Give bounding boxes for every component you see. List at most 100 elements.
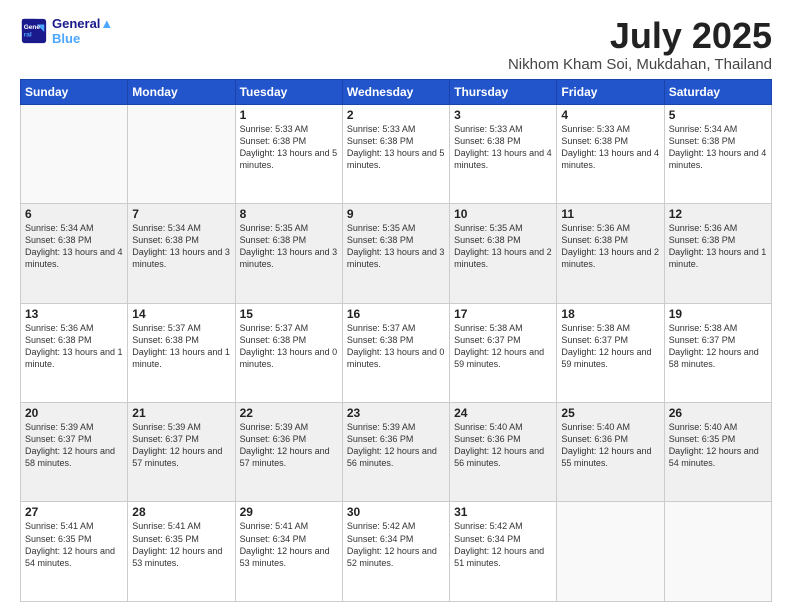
calendar-week-row: 13Sunrise: 5:36 AMSunset: 6:38 PMDayligh… xyxy=(21,303,772,402)
day-info: Sunrise: 5:33 AMSunset: 6:38 PMDaylight:… xyxy=(454,123,552,172)
day-number: 12 xyxy=(669,207,767,221)
day-info: Sunrise: 5:38 AMSunset: 6:37 PMDaylight:… xyxy=(454,322,552,371)
day-info: Sunrise: 5:33 AMSunset: 6:38 PMDaylight:… xyxy=(240,123,338,172)
calendar-cell: 11Sunrise: 5:36 AMSunset: 6:38 PMDayligh… xyxy=(557,204,664,303)
day-number: 19 xyxy=(669,307,767,321)
day-info: Sunrise: 5:36 AMSunset: 6:38 PMDaylight:… xyxy=(669,222,767,271)
day-info: Sunrise: 5:36 AMSunset: 6:38 PMDaylight:… xyxy=(561,222,659,271)
calendar-table: Sunday Monday Tuesday Wednesday Thursday… xyxy=(20,79,772,602)
day-number: 8 xyxy=(240,207,338,221)
day-info: Sunrise: 5:37 AMSunset: 6:38 PMDaylight:… xyxy=(240,322,338,371)
day-number: 5 xyxy=(669,108,767,122)
calendar-cell: 13Sunrise: 5:36 AMSunset: 6:38 PMDayligh… xyxy=(21,303,128,402)
calendar-cell: 3Sunrise: 5:33 AMSunset: 6:38 PMDaylight… xyxy=(450,104,557,203)
calendar-week-row: 1Sunrise: 5:33 AMSunset: 6:38 PMDaylight… xyxy=(21,104,772,203)
day-number: 22 xyxy=(240,406,338,420)
svg-text:ral: ral xyxy=(24,32,32,39)
calendar-cell: 30Sunrise: 5:42 AMSunset: 6:34 PMDayligh… xyxy=(342,502,449,602)
col-tuesday: Tuesday xyxy=(235,79,342,104)
day-info: Sunrise: 5:33 AMSunset: 6:38 PMDaylight:… xyxy=(561,123,659,172)
calendar-cell: 2Sunrise: 5:33 AMSunset: 6:38 PMDaylight… xyxy=(342,104,449,203)
calendar-cell: 17Sunrise: 5:38 AMSunset: 6:37 PMDayligh… xyxy=(450,303,557,402)
day-info: Sunrise: 5:34 AMSunset: 6:38 PMDaylight:… xyxy=(132,222,230,271)
day-info: Sunrise: 5:39 AMSunset: 6:36 PMDaylight:… xyxy=(240,421,338,470)
calendar-cell: 26Sunrise: 5:40 AMSunset: 6:35 PMDayligh… xyxy=(664,403,771,502)
calendar-cell: 1Sunrise: 5:33 AMSunset: 6:38 PMDaylight… xyxy=(235,104,342,203)
calendar-cell: 9Sunrise: 5:35 AMSunset: 6:38 PMDaylight… xyxy=(342,204,449,303)
day-number: 31 xyxy=(454,505,552,519)
day-info: Sunrise: 5:35 AMSunset: 6:38 PMDaylight:… xyxy=(454,222,552,271)
calendar-cell: 22Sunrise: 5:39 AMSunset: 6:36 PMDayligh… xyxy=(235,403,342,502)
day-info: Sunrise: 5:41 AMSunset: 6:35 PMDaylight:… xyxy=(132,520,230,569)
day-number: 9 xyxy=(347,207,445,221)
calendar-cell: 16Sunrise: 5:37 AMSunset: 6:38 PMDayligh… xyxy=(342,303,449,402)
col-friday: Friday xyxy=(557,79,664,104)
day-info: Sunrise: 5:37 AMSunset: 6:38 PMDaylight:… xyxy=(132,322,230,371)
day-info: Sunrise: 5:41 AMSunset: 6:35 PMDaylight:… xyxy=(25,520,123,569)
calendar-cell: 7Sunrise: 5:34 AMSunset: 6:38 PMDaylight… xyxy=(128,204,235,303)
day-number: 2 xyxy=(347,108,445,122)
calendar-cell: 18Sunrise: 5:38 AMSunset: 6:37 PMDayligh… xyxy=(557,303,664,402)
day-number: 27 xyxy=(25,505,123,519)
day-info: Sunrise: 5:38 AMSunset: 6:37 PMDaylight:… xyxy=(561,322,659,371)
calendar-cell: 5Sunrise: 5:34 AMSunset: 6:38 PMDaylight… xyxy=(664,104,771,203)
calendar-cell xyxy=(664,502,771,602)
title-block: July 2025 Nikhom Kham Soi, Mukdahan, Tha… xyxy=(508,16,772,73)
day-number: 17 xyxy=(454,307,552,321)
day-info: Sunrise: 5:39 AMSunset: 6:37 PMDaylight:… xyxy=(132,421,230,470)
calendar-cell: 4Sunrise: 5:33 AMSunset: 6:38 PMDaylight… xyxy=(557,104,664,203)
subtitle: Nikhom Kham Soi, Mukdahan, Thailand xyxy=(508,56,772,73)
calendar-cell: 28Sunrise: 5:41 AMSunset: 6:35 PMDayligh… xyxy=(128,502,235,602)
day-number: 20 xyxy=(25,406,123,420)
day-number: 23 xyxy=(347,406,445,420)
day-number: 15 xyxy=(240,307,338,321)
day-info: Sunrise: 5:34 AMSunset: 6:38 PMDaylight:… xyxy=(25,222,123,271)
col-thursday: Thursday xyxy=(450,79,557,104)
header: Gene ral General▲ Blue July 2025 Nikhom … xyxy=(20,16,772,73)
calendar-cell: 19Sunrise: 5:38 AMSunset: 6:37 PMDayligh… xyxy=(664,303,771,402)
calendar-cell xyxy=(21,104,128,203)
day-number: 25 xyxy=(561,406,659,420)
day-number: 4 xyxy=(561,108,659,122)
day-info: Sunrise: 5:36 AMSunset: 6:38 PMDaylight:… xyxy=(25,322,123,371)
day-info: Sunrise: 5:34 AMSunset: 6:38 PMDaylight:… xyxy=(669,123,767,172)
calendar-cell: 29Sunrise: 5:41 AMSunset: 6:34 PMDayligh… xyxy=(235,502,342,602)
day-number: 21 xyxy=(132,406,230,420)
col-wednesday: Wednesday xyxy=(342,79,449,104)
day-info: Sunrise: 5:42 AMSunset: 6:34 PMDaylight:… xyxy=(454,520,552,569)
day-info: Sunrise: 5:40 AMSunset: 6:36 PMDaylight:… xyxy=(561,421,659,470)
calendar-week-row: 6Sunrise: 5:34 AMSunset: 6:38 PMDaylight… xyxy=(21,204,772,303)
day-number: 3 xyxy=(454,108,552,122)
logo-icon: Gene ral xyxy=(20,17,48,45)
day-number: 18 xyxy=(561,307,659,321)
day-info: Sunrise: 5:40 AMSunset: 6:35 PMDaylight:… xyxy=(669,421,767,470)
day-info: Sunrise: 5:41 AMSunset: 6:34 PMDaylight:… xyxy=(240,520,338,569)
day-info: Sunrise: 5:39 AMSunset: 6:36 PMDaylight:… xyxy=(347,421,445,470)
day-number: 11 xyxy=(561,207,659,221)
day-info: Sunrise: 5:38 AMSunset: 6:37 PMDaylight:… xyxy=(669,322,767,371)
calendar-cell: 8Sunrise: 5:35 AMSunset: 6:38 PMDaylight… xyxy=(235,204,342,303)
calendar-week-row: 20 Sunrise: 5:39 AMSunset: 6:37 PMDayligh… xyxy=(21,403,772,502)
day-number: 24 xyxy=(454,406,552,420)
svg-text:Gene: Gene xyxy=(24,24,41,31)
day-number: 13 xyxy=(25,307,123,321)
calendar-cell: 15Sunrise: 5:37 AMSunset: 6:38 PMDayligh… xyxy=(235,303,342,402)
day-number: 29 xyxy=(240,505,338,519)
calendar-cell: 23Sunrise: 5:39 AMSunset: 6:36 PMDayligh… xyxy=(342,403,449,502)
calendar-cell xyxy=(128,104,235,203)
day-number: 26 xyxy=(669,406,767,420)
col-sunday: Sunday xyxy=(21,79,128,104)
day-number: 16 xyxy=(347,307,445,321)
day-info: Sunrise: 5:33 AMSunset: 6:38 PMDaylight:… xyxy=(347,123,445,172)
calendar-cell: 14Sunrise: 5:37 AMSunset: 6:38 PMDayligh… xyxy=(128,303,235,402)
calendar-cell: 20Sunrise: 5:39 AMSunset: 6:37 PMDayligh… xyxy=(21,403,128,502)
day-number: 7 xyxy=(132,207,230,221)
calendar-cell: 12Sunrise: 5:36 AMSunset: 6:38 PMDayligh… xyxy=(664,204,771,303)
calendar-cell: 6Sunrise: 5:34 AMSunset: 6:38 PMDaylight… xyxy=(21,204,128,303)
day-info: Sunrise: 5:42 AMSunset: 6:34 PMDaylight:… xyxy=(347,520,445,569)
day-info: Sunrise: 5:35 AMSunset: 6:38 PMDaylight:… xyxy=(240,222,338,271)
calendar-week-row: 27Sunrise: 5:41 AMSunset: 6:35 PMDayligh… xyxy=(21,502,772,602)
day-number: 14 xyxy=(132,307,230,321)
day-number: 6 xyxy=(25,207,123,221)
calendar-header-row: Sunday Monday Tuesday Wednesday Thursday… xyxy=(21,79,772,104)
